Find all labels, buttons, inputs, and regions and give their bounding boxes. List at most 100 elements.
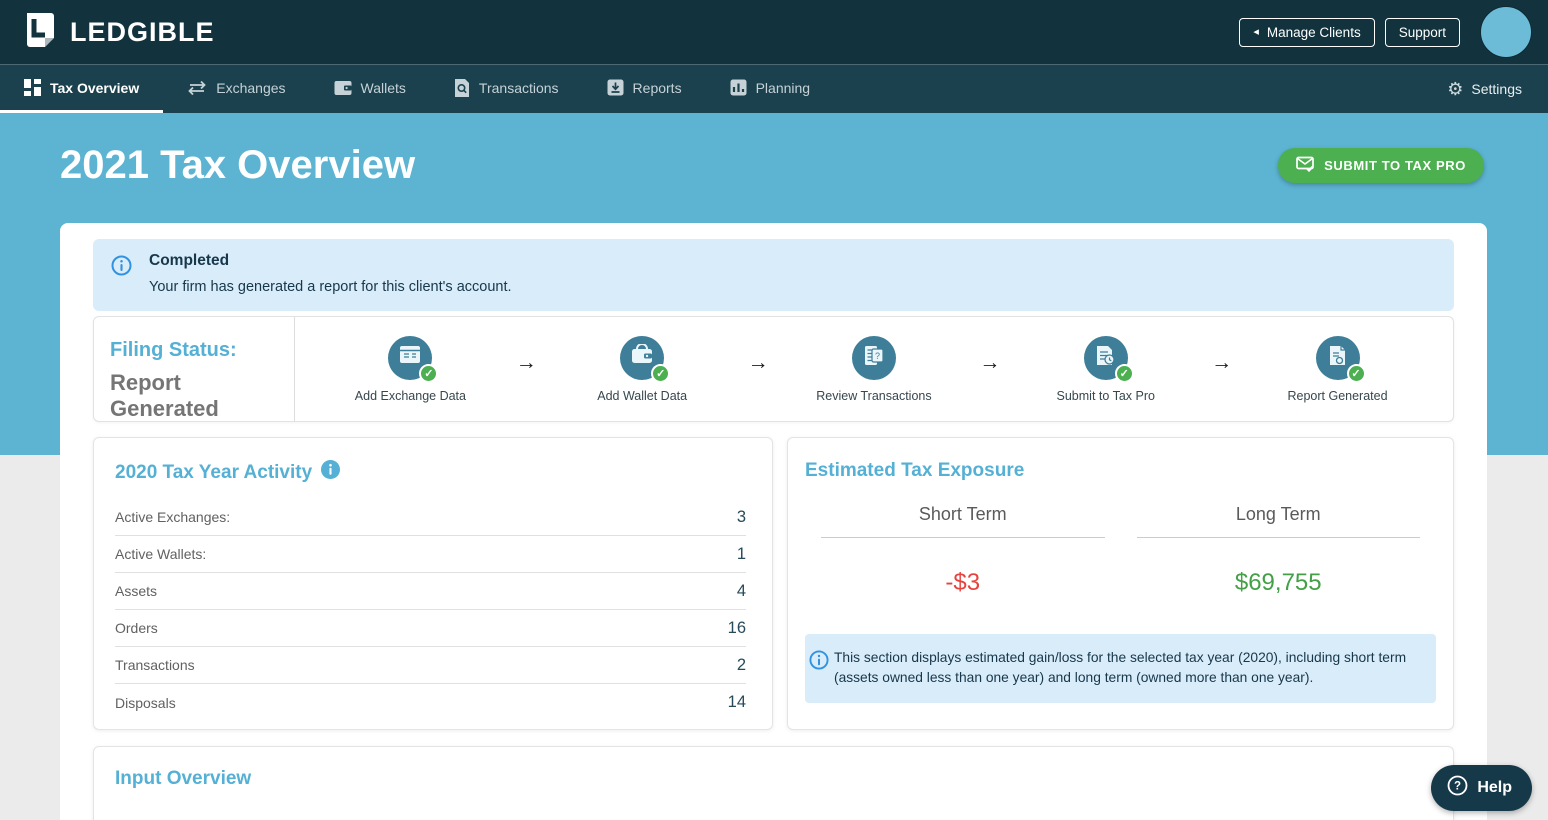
avatar[interactable] xyxy=(1480,6,1532,58)
arrow-right-icon: → xyxy=(515,351,537,374)
check-badge-icon: ✓ xyxy=(651,363,671,383)
filing-status-label: Filing Status: xyxy=(110,339,237,361)
filing-steps: ✓ Add Exchange Data → ✓ Add Wallet Data … xyxy=(295,317,1453,421)
tab-label: Exchanges xyxy=(216,79,286,96)
info-filled-icon[interactable] xyxy=(321,460,341,485)
help-button[interactable]: ? Help xyxy=(1431,765,1532,811)
step-add-exchange-data[interactable]: ✓ Add Exchange Data xyxy=(325,335,495,403)
main-nav: Tax Overview Exchanges Wallets Transacti… xyxy=(0,64,1548,113)
banner-message: Your firm has generated a report for thi… xyxy=(149,279,512,295)
arrow-right-icon: → xyxy=(747,351,769,374)
app-header: LEDGIBLE ◂ Manage Clients Support xyxy=(0,0,1548,64)
tab-planning[interactable]: Planning xyxy=(706,65,835,113)
tab-exchanges[interactable]: Exchanges xyxy=(163,65,309,113)
tab-wallets[interactable]: Wallets xyxy=(310,65,430,113)
row-label: Orders xyxy=(115,620,158,636)
step-label: Add Exchange Data xyxy=(354,388,466,403)
check-badge-icon: ✓ xyxy=(1346,363,1366,383)
status-banner: Completed Your firm has generated a repo… xyxy=(93,239,1454,311)
content-card: Completed Your firm has generated a repo… xyxy=(60,223,1487,820)
wallet-icon xyxy=(334,80,352,96)
exposure-title: Estimated Tax Exposure xyxy=(805,460,1025,481)
step-label: Report Generated xyxy=(1287,388,1388,403)
submit-to-tax-pro-button[interactable]: SUBMIT TO TAX PRO xyxy=(1278,148,1484,183)
tab-transactions[interactable]: Transactions xyxy=(430,65,583,113)
step-label: Add Wallet Data xyxy=(597,388,688,403)
dashboard-icon xyxy=(24,79,41,96)
step-submit-to-tax-pro[interactable]: ✓ Submit to Tax Pro xyxy=(1021,335,1191,403)
tab-label: Wallets xyxy=(360,79,406,96)
input-overview-card: Input Overview xyxy=(93,746,1454,820)
step-report-generated[interactable]: ✓ Report Generated xyxy=(1253,335,1423,403)
banner-title: Completed xyxy=(149,252,230,269)
arrow-right-icon: → xyxy=(1211,351,1233,374)
back-arrow-icon: ◂ xyxy=(1253,25,1259,38)
step-add-wallet-data[interactable]: ✓ Add Wallet Data xyxy=(557,335,727,403)
brand[interactable]: LEDGIBLE xyxy=(24,11,215,54)
activity-title: 2020 Tax Year Activity xyxy=(115,461,313,483)
row-value: 4 xyxy=(736,581,746,600)
report-generated-icon xyxy=(1326,344,1349,372)
row-label: Assets xyxy=(115,583,158,599)
svg-text:?: ? xyxy=(875,351,880,361)
support-button[interactable]: Support xyxy=(1384,17,1460,47)
support-label: Support xyxy=(1398,24,1446,40)
short-term-header: Short Term xyxy=(821,504,1105,538)
row-label: Disposals xyxy=(115,694,176,711)
long-term-value: $69,755 xyxy=(1234,569,1322,596)
filing-status-card: Filing Status: Report Generated ✓ Add Ex… xyxy=(93,316,1454,422)
step-label: Submit to Tax Pro xyxy=(1056,388,1155,403)
long-term-header: Long Term xyxy=(1136,504,1420,538)
info-icon xyxy=(111,255,132,295)
short-term-value: -$3 xyxy=(945,569,981,596)
help-label: Help xyxy=(1477,779,1512,796)
tab-label: Planning xyxy=(755,79,811,96)
settings-button[interactable]: ⚙ Settings xyxy=(1441,65,1528,113)
ledgible-logo-icon xyxy=(24,11,58,54)
arrow-right-icon: → xyxy=(979,351,1001,374)
exposure-note-text: This section displays estimated gain/los… xyxy=(833,650,1407,685)
manage-clients-label: Manage Clients xyxy=(1266,24,1361,40)
step-label: Review Transactions xyxy=(816,388,932,403)
table-row: Active Wallets: 1 xyxy=(115,536,746,573)
page-title: 2021 Tax Overview xyxy=(60,143,416,187)
table-row: Disposals 14 xyxy=(115,684,746,721)
estimated-tax-exposure-card: Estimated Tax Exposure Short Term -$3 Lo… xyxy=(787,437,1454,730)
tab-tax-overview[interactable]: Tax Overview xyxy=(0,65,164,113)
question-circle-icon: ? xyxy=(1447,775,1468,801)
check-badge-icon: ✓ xyxy=(1114,363,1134,383)
row-label: Active Exchanges: xyxy=(115,509,231,525)
brand-name: LEDGIBLE xyxy=(70,16,215,47)
settings-label: Settings xyxy=(1471,81,1522,97)
row-value: 16 xyxy=(727,618,746,637)
bar-chart-icon xyxy=(730,79,747,96)
manage-clients-button[interactable]: ◂ Manage Clients xyxy=(1239,17,1375,47)
row-label: Active Wallets: xyxy=(115,546,207,562)
step-review-transactions[interactable]: ? ✓ Review Transactions xyxy=(789,335,959,403)
document-search-icon xyxy=(454,78,470,97)
svg-text:?: ? xyxy=(1454,780,1461,792)
tax-year-activity-card: 2020 Tax Year Activity Active Exchanges:… xyxy=(93,437,773,730)
tab-label: Tax Overview xyxy=(50,79,140,96)
exchange-data-icon xyxy=(398,344,422,371)
swap-arrows-icon xyxy=(187,80,207,96)
filing-status-value: Report Generated xyxy=(110,370,219,421)
table-row: Orders 16 xyxy=(115,610,746,647)
download-box-icon xyxy=(607,79,624,96)
exposure-info-note: This section displays estimated gain/los… xyxy=(805,634,1436,703)
submit-tax-pro-icon xyxy=(1094,344,1117,372)
tab-label: Reports xyxy=(632,79,682,96)
submit-label: SUBMIT TO TAX PRO xyxy=(1324,158,1466,173)
wallet-data-icon xyxy=(630,343,654,371)
row-label: Transactions xyxy=(115,657,195,673)
gear-icon: ⚙ xyxy=(1447,79,1464,99)
main-content: 2021 Tax Overview SUBMIT TO TAX PRO Comp… xyxy=(0,113,1548,820)
check-badge-icon: ✓ xyxy=(419,363,439,383)
table-row: Transactions 2 xyxy=(115,647,746,684)
tab-reports[interactable]: Reports xyxy=(583,65,706,113)
row-value: 1 xyxy=(736,544,746,563)
info-icon xyxy=(809,650,830,688)
row-value: 3 xyxy=(736,507,746,526)
table-row: Active Exchanges: 3 xyxy=(115,499,746,536)
review-transactions-icon: ? xyxy=(863,344,885,372)
